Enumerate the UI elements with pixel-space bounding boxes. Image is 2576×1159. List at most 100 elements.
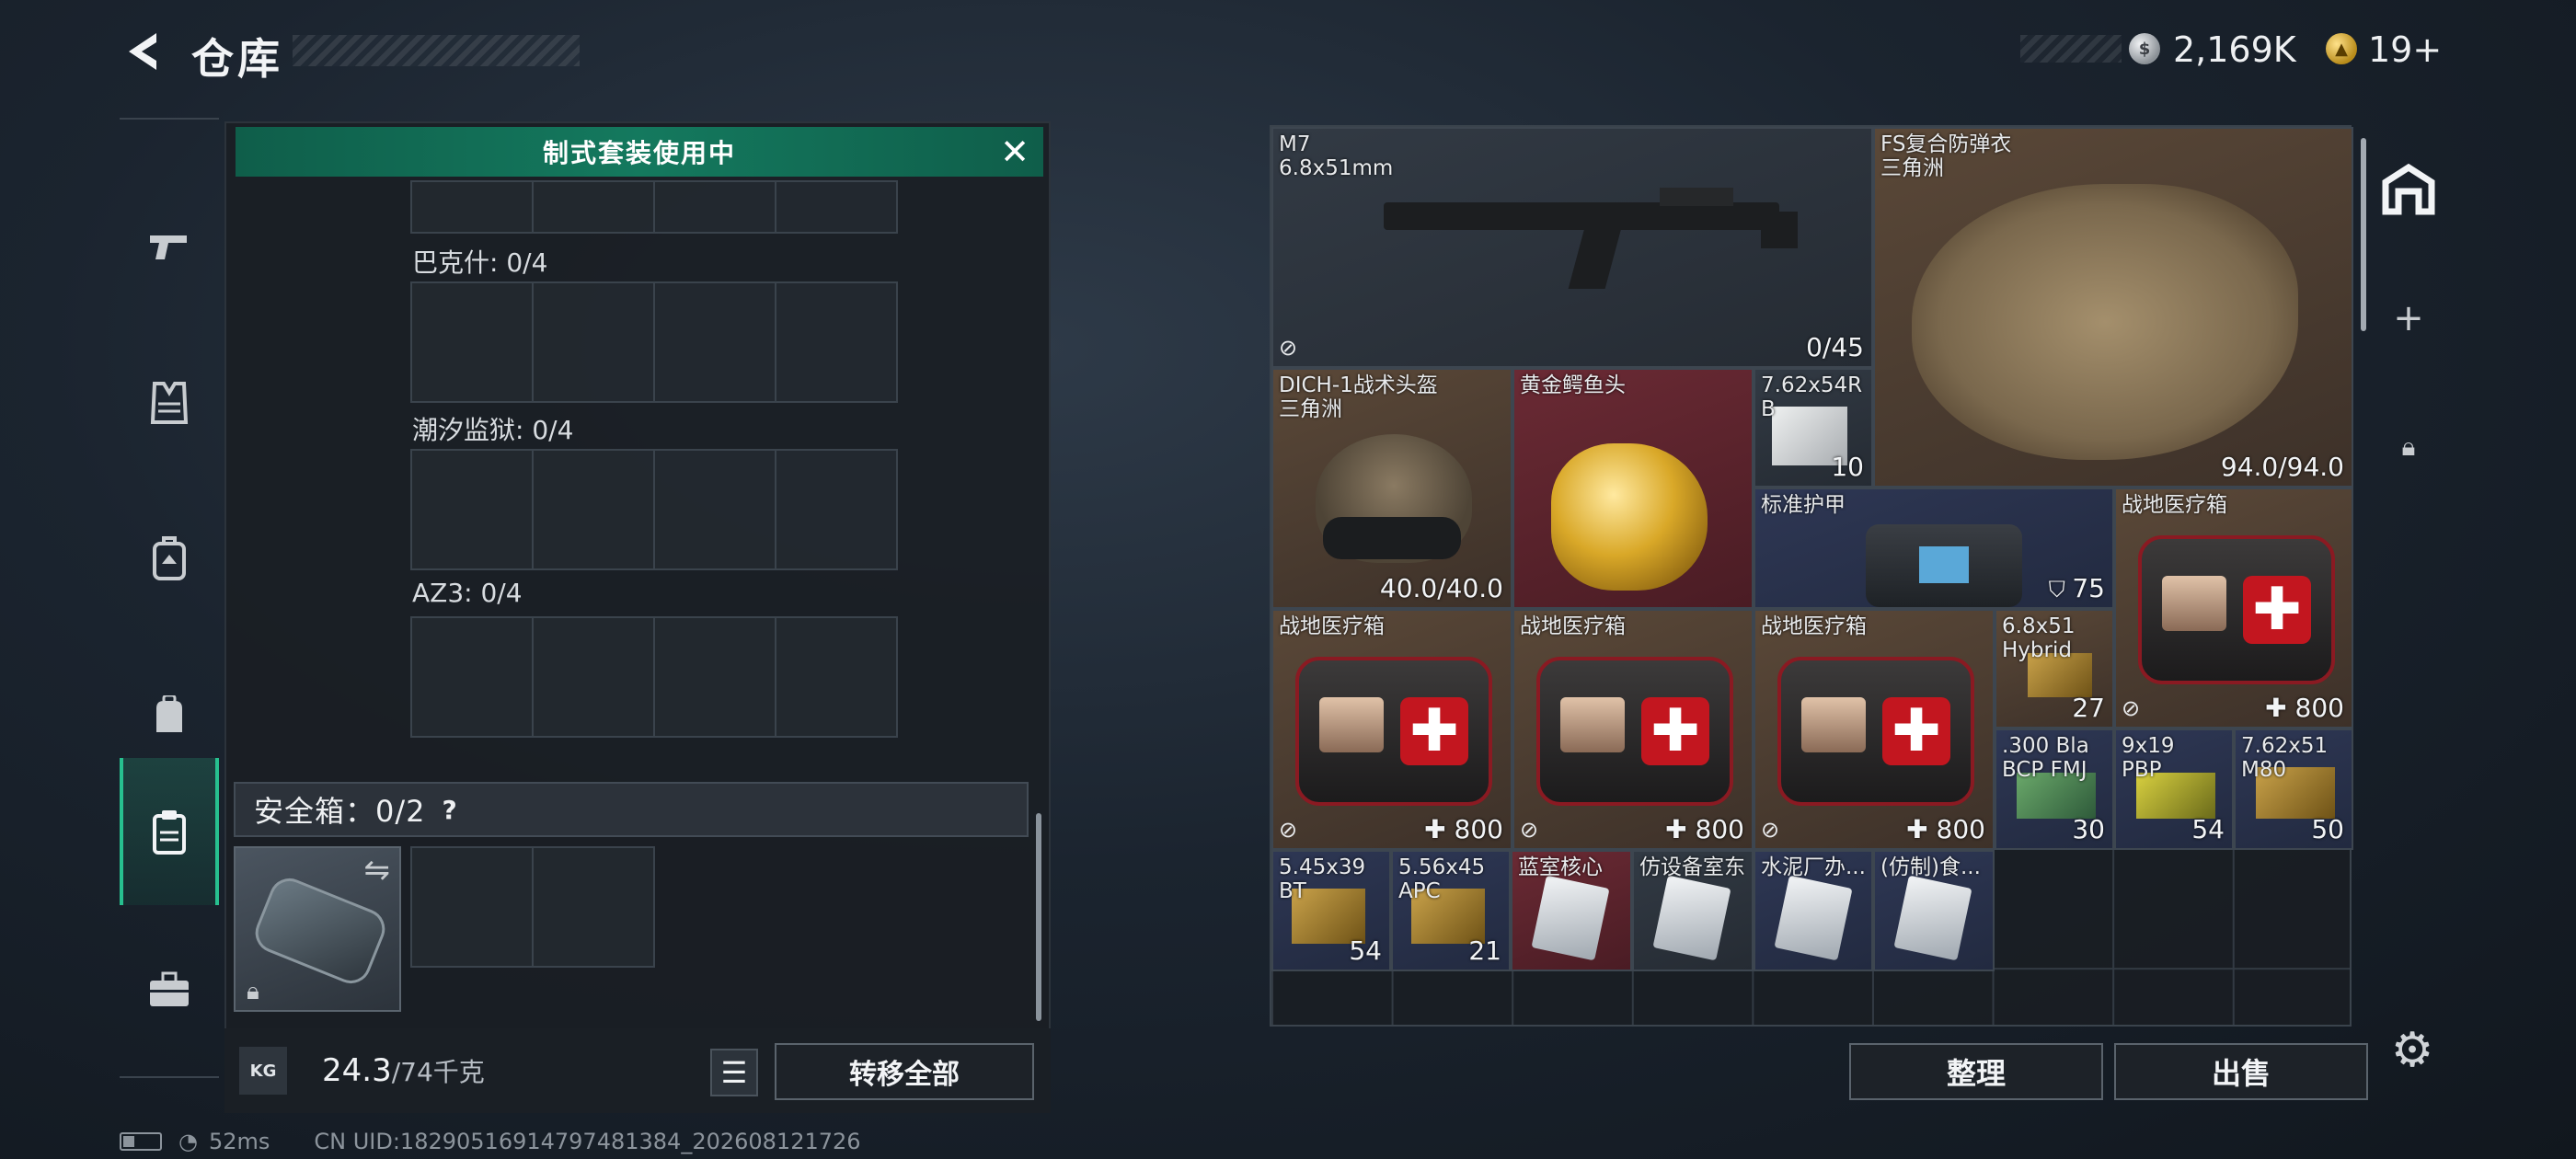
item-qty: 54 [1349, 935, 1382, 966]
item-ammo-762x51[interactable]: 7.62x51 M80 50 [2234, 729, 2353, 850]
no-insure-icon: ⊘ [1761, 817, 1780, 843]
safebox-header[interactable]: 安全箱：0/2 ? [234, 782, 1029, 837]
safebox-item[interactable]: ⇋ 🔒︎ [234, 846, 401, 1012]
item-m7-rifle[interactable]: M7 6.8x51mm ⊘ 0/45 [1271, 127, 1873, 368]
locked-page-button[interactable]: 🔒︎ [2361, 383, 2456, 511]
gold-balance[interactable]: 19+ [2368, 29, 2442, 70]
item-gold-croc[interactable]: 黄金鳄鱼头 [1512, 368, 1754, 609]
backpack-icon [156, 695, 182, 732]
item-name: 仿设备室东 [1639, 855, 1745, 879]
user-uid: CN UID:18290516914797481384_202608121726 [314, 1129, 861, 1154]
ping-readout: 52ms [208, 1129, 270, 1154]
slot-row[interactable] [410, 449, 898, 570]
item-ammo-556x45[interactable]: 5.56x45 APC 21 [1391, 850, 1511, 971]
item-name: 蓝室核心 [1518, 855, 1603, 879]
medkit-image: ✚ [1295, 657, 1492, 806]
item-name: 黄金鳄鱼头 [1520, 373, 1626, 397]
medkit-image: ✚ [1536, 657, 1733, 806]
item-qty: ✚ 800 [1424, 814, 1503, 844]
slot-row[interactable] [410, 281, 898, 403]
wifi-icon: ◔ [178, 1129, 198, 1154]
item-medkit[interactable]: ✚ 战地医疗箱 ⊘ ✚ 800 [1512, 609, 1754, 850]
page-title: 仓库 [191, 34, 283, 84]
item-ammo-300blk[interactable]: .300 Bla BCP FMJ 30 [1995, 729, 2114, 850]
tab-safebox[interactable] [120, 758, 219, 905]
item-qty: 0/45 [1806, 332, 1864, 362]
item-medkit[interactable]: ✚ 战地医疗箱 ⊘ ✚ 800 [1754, 609, 1995, 850]
item-name: 水泥厂办... [1761, 855, 1866, 879]
rifle-stock [1761, 212, 1798, 248]
tab-chest-rig[interactable] [120, 486, 219, 633]
slot-group-label: 巴克什: 0/4 [412, 247, 548, 278]
keycard-image [1774, 875, 1853, 961]
tab-weapons[interactable] [120, 173, 219, 320]
medkit-hp: 800 [1695, 814, 1744, 844]
medkit-hp: 800 [1454, 814, 1503, 844]
item-ammo-762x54[interactable]: 7.62x54R B 10 [1754, 368, 1873, 488]
transfer-all-button[interactable]: 转移全部 [775, 1043, 1034, 1100]
tab-toolbox[interactable] [120, 916, 219, 1063]
title-decoration [293, 35, 580, 66]
lock-icon: 🔒︎ [2401, 431, 2416, 462]
item-qty: ✚ 800 [2265, 693, 2344, 723]
item-device-key[interactable]: 仿设备室东 [1632, 850, 1754, 971]
silver-balance: 2,169K [2173, 29, 2296, 70]
stash-rail: + 🔒︎ [2361, 125, 2456, 1027]
item-fake-food[interactable]: (仿制)食... [1873, 850, 1995, 971]
tab-armor[interactable] [120, 329, 219, 476]
safebox-slots[interactable] [410, 846, 655, 968]
item-name: 战地医疗箱 [1761, 614, 1867, 638]
sidebar-divider [120, 1076, 219, 1078]
shield-icon: ⛉ [2048, 577, 2073, 602]
swap-icon[interactable]: ⇋ [364, 852, 391, 889]
item-qty: ✚ 800 [1665, 814, 1744, 844]
safebox-case-image [249, 872, 391, 990]
item-medkit[interactable]: ✚ 战地医疗箱 ⊘ ✚ 800 [1271, 609, 1512, 850]
no-insure-icon: ⊘ [2122, 695, 2141, 721]
help-icon[interactable]: ? [443, 795, 457, 825]
item-name: 9x19 PBP [2122, 734, 2175, 782]
gear-icon[interactable]: ⚙ [2385, 1023, 2440, 1078]
currency-decoration [2020, 35, 2122, 63]
vest-icon [150, 382, 189, 424]
item-ammo-545x39[interactable]: 5.45x39 BT 54 [1271, 850, 1391, 971]
keycard-image [1531, 875, 1610, 961]
item-qty: 30 [2072, 814, 2105, 844]
scrollbar[interactable] [1036, 813, 1041, 1021]
rifle-grip [1568, 224, 1623, 289]
loadout-panel: 制式套装使用中 ✕ 巴克什: 0/4 潮汐监狱: 0/4 AZ3: 0/4 安全… [224, 121, 1051, 1113]
item-durability: ⛉ 75 [2049, 573, 2105, 603]
stash-page-button[interactable] [2361, 125, 2456, 254]
item-medkit[interactable]: ✚ 战地医疗箱 ⊘ ✚ 800 [2114, 488, 2353, 729]
status-bar: ◔ 52ms CN UID:18290516914797481384_20260… [120, 1128, 861, 1155]
back-arrow-button[interactable] [120, 28, 166, 75]
no-insure-icon: ⊘ [1279, 817, 1298, 843]
preset-banner: 制式套装使用中 ✕ [236, 127, 1043, 177]
sort-button[interactable]: 整理 [1849, 1043, 2103, 1100]
item-cement-key[interactable]: 水泥厂办... [1754, 850, 1873, 971]
item-ammo-9x19[interactable]: 9x19 PBP 54 [2114, 729, 2234, 850]
item-qty: 10 [1831, 452, 1864, 482]
preset-banner-text: 制式套装使用中 [542, 138, 736, 168]
item-dich-helmet[interactable]: DICH-1战术头盔 三角洲 40.0/40.0 [1271, 368, 1512, 609]
category-sidebar [120, 118, 219, 1078]
rifle-sight [1660, 188, 1733, 206]
pistol-icon [150, 235, 187, 259]
sell-button[interactable]: 出售 [2114, 1043, 2368, 1100]
list-view-button[interactable]: ☰ [710, 1049, 758, 1096]
sidebar-divider [120, 118, 219, 120]
item-blue-core[interactable]: 蓝室核心 [1511, 850, 1632, 971]
add-page-button[interactable]: + [2361, 254, 2456, 383]
slot-row-partial[interactable] [410, 180, 898, 234]
item-name: 5.45x39 BT [1279, 855, 1366, 903]
medkit-image: ✚ [2138, 535, 2335, 684]
item-std-armor[interactable]: 标准护甲 ⛉ 75 [1754, 488, 2114, 609]
weight-icon: KG [239, 1047, 287, 1095]
item-name: 战地医疗箱 [1520, 614, 1626, 638]
item-ammo-68x51[interactable]: 6.8x51 Hybrid 27 [1995, 609, 2114, 729]
safebox-label: 安全箱：0/2 [254, 794, 426, 829]
close-icon[interactable]: ✕ [995, 132, 1034, 171]
gold-croc-image [1551, 443, 1708, 591]
item-fs-vest[interactable]: FS复合防弹衣 三角洲 94.0/94.0 [1873, 127, 2353, 488]
slot-row[interactable] [410, 616, 898, 738]
